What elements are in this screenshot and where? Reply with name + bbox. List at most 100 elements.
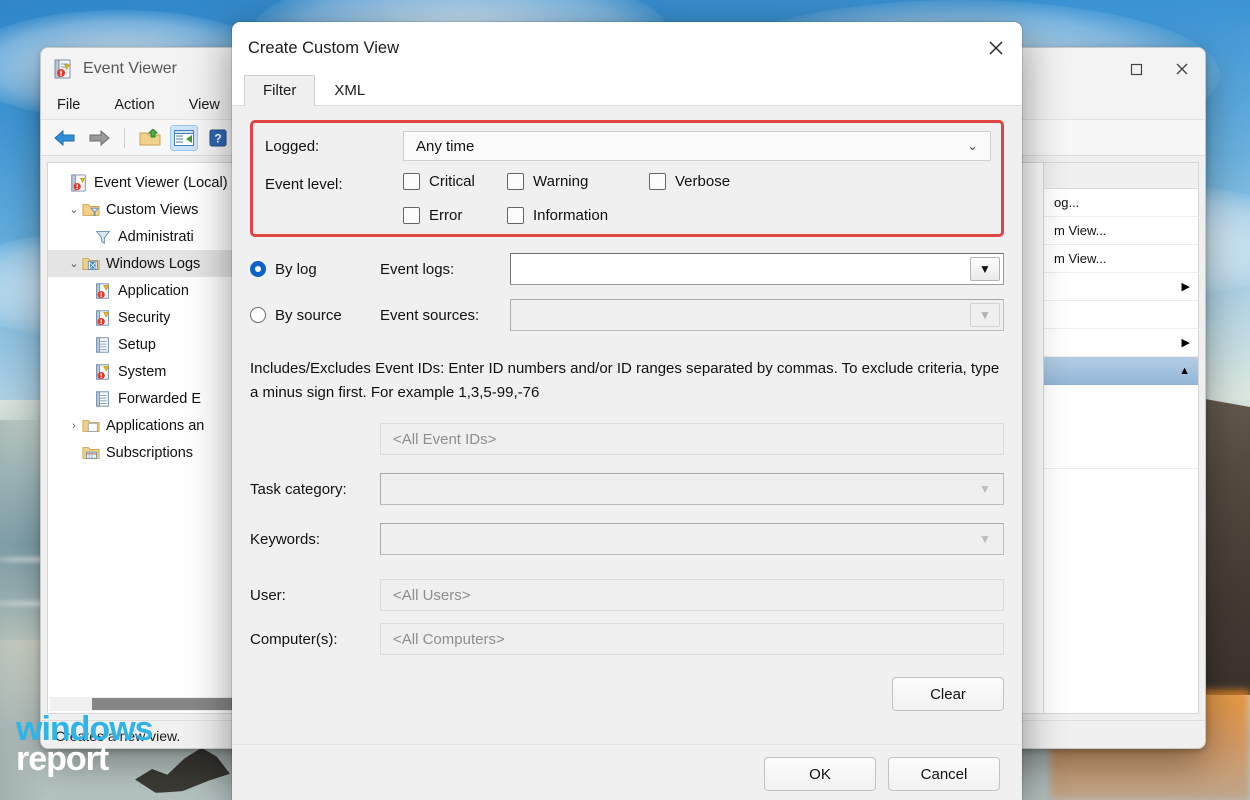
checkbox-box-icon[interactable] [507,207,524,224]
forward-icon[interactable] [85,125,113,151]
ok-button[interactable]: OK [764,757,876,791]
dialog-close-button[interactable] [970,22,1022,74]
checkbox-critical[interactable]: Critical [403,173,507,190]
tree-item-label: Application [118,283,189,299]
action-item-import-custom-view[interactable]: m View... [1044,245,1198,273]
tab-filter[interactable]: Filter [244,75,315,106]
action-item-create-custom-view[interactable]: m View... [1044,217,1198,245]
tree-item-label: Subscriptions [106,445,193,461]
dropdown-arrow-icon[interactable]: ▼ [970,477,1000,501]
tree-item-label: Forwarded E [118,391,201,407]
create-custom-view-dialog: Create Custom View Filter XML Logged: An… [232,22,1022,800]
radio-button-icon[interactable] [250,307,266,323]
event-viewer-icon [70,174,88,192]
maximize-button[interactable] [1113,48,1159,90]
help-icon[interactable]: ? [204,125,232,151]
tab-xml[interactable]: XML [315,75,384,106]
menu-file[interactable]: File [53,95,84,115]
folder-filter-icon [82,201,100,219]
action-item-extra[interactable] [1044,385,1198,413]
tree-item-label: Applications an [106,418,204,434]
by-log-row: By log Event logs: ▼ [250,253,1004,285]
tree-item-label: Custom Views [106,202,198,218]
action-item-submenu-1[interactable]: ▶ [1044,273,1198,301]
checkbox-warning[interactable]: Warning [507,173,649,190]
action-item-submenu-2[interactable]: ▶ [1044,329,1198,357]
event-logs-label: Event logs: [380,261,510,278]
clear-button[interactable]: Clear [892,677,1004,711]
chevron-right-icon[interactable]: ▶ [1182,280,1190,293]
dropdown-arrow-icon: ▼ [970,303,1000,327]
action-item-open-saved-log[interactable]: og... [1044,189,1198,217]
action-item-blank[interactable] [1044,301,1198,329]
action-label: m View... [1054,251,1107,266]
user-placeholder: <All Users> [393,587,471,604]
checkbox-box-icon[interactable] [403,207,420,224]
task-category-label: Task category: [250,481,380,498]
checkbox-box-icon[interactable] [649,173,666,190]
event-level-row-1: Critical Warning Verbose [403,173,991,190]
action-item-extra[interactable] [1044,441,1198,469]
dialog-title: Create Custom View [248,39,399,58]
checkbox-error[interactable]: Error [403,207,507,224]
menu-action[interactable]: Action [110,95,158,115]
logged-dropdown[interactable]: Any time ⌄ [403,131,991,161]
cancel-button-label: Cancel [921,766,968,783]
radio-by-source[interactable]: By source [250,307,380,324]
computers-row: Computer(s): <All Computers> [250,623,1004,655]
event-ids-input[interactable]: <All Event IDs> [380,423,1004,455]
event-logs-combobox[interactable]: ▼ [510,253,1004,285]
user-input[interactable]: <All Users> [380,579,1004,611]
checkbox-box-icon[interactable] [403,173,420,190]
tree-item-label: System [118,364,166,380]
actions-pane[interactable]: og... m View... m View... ▶ ▶ ▲ [1043,162,1199,714]
keywords-combobox[interactable]: ▼ [380,523,1004,555]
tree-item-label: Security [118,310,170,326]
computers-input[interactable]: <All Computers> [380,623,1004,655]
tab-label: XML [334,82,365,99]
menu-view[interactable]: View [185,95,224,115]
radio-button-icon[interactable] [250,261,266,277]
twisty-icon[interactable] [54,175,70,191]
tree-item-label: Administrati [118,229,194,245]
checkbox-verbose[interactable]: Verbose [649,173,730,190]
action-item-extra[interactable] [1044,413,1198,441]
user-row: User: <All Users> [250,579,1004,611]
chevron-right-icon[interactable]: ▶ [1182,336,1190,349]
radio-label: By log [275,261,317,278]
task-category-row: Task category: ▼ [250,473,1004,505]
folder-logs-icon [82,255,100,273]
action-item-extra[interactable] [1044,469,1198,497]
event-sources-combobox: ▼ [510,299,1004,331]
event-viewer-icon [53,59,73,79]
close-button[interactable] [1159,48,1205,90]
chevron-right-icon[interactable]: › [66,418,82,434]
radio-by-log[interactable]: By log [250,261,380,278]
dialog-tabs: Filter XML [232,74,1022,106]
open-saved-log-icon[interactable] [136,125,164,151]
tree-item-label: Setup [118,337,156,353]
chevron-up-icon[interactable]: ▲ [1179,365,1190,377]
chevron-down-icon[interactable]: ⌄ [967,138,978,154]
actions-section-collapse-bar[interactable]: ▲ [1044,357,1198,385]
radio-label: By source [275,307,342,324]
svg-text:?: ? [214,131,221,145]
chevron-down-icon[interactable]: ⌄ [66,256,82,272]
dialog-titlebar: Create Custom View [232,22,1022,74]
chevron-down-icon[interactable]: ⌄ [66,202,82,218]
event-viewer-title: Event Viewer [83,60,177,78]
task-category-combobox[interactable]: ▼ [380,473,1004,505]
back-icon[interactable] [51,125,79,151]
event-ids-placeholder: <All Event IDs> [393,431,496,448]
folder-subscriptions-icon [82,444,100,462]
checkbox-information[interactable]: Information [507,207,608,224]
computers-placeholder: <All Computers> [393,631,505,648]
checkbox-box-icon[interactable] [507,173,524,190]
show-hide-console-tree-icon[interactable] [170,125,198,151]
dropdown-arrow-icon[interactable]: ▼ [970,527,1000,551]
cancel-button[interactable]: Cancel [888,757,1000,791]
checkbox-label: Error [429,207,462,224]
checkbox-label: Verbose [675,173,730,190]
dropdown-arrow-icon[interactable]: ▼ [970,257,1000,281]
clear-button-label: Clear [930,686,966,703]
